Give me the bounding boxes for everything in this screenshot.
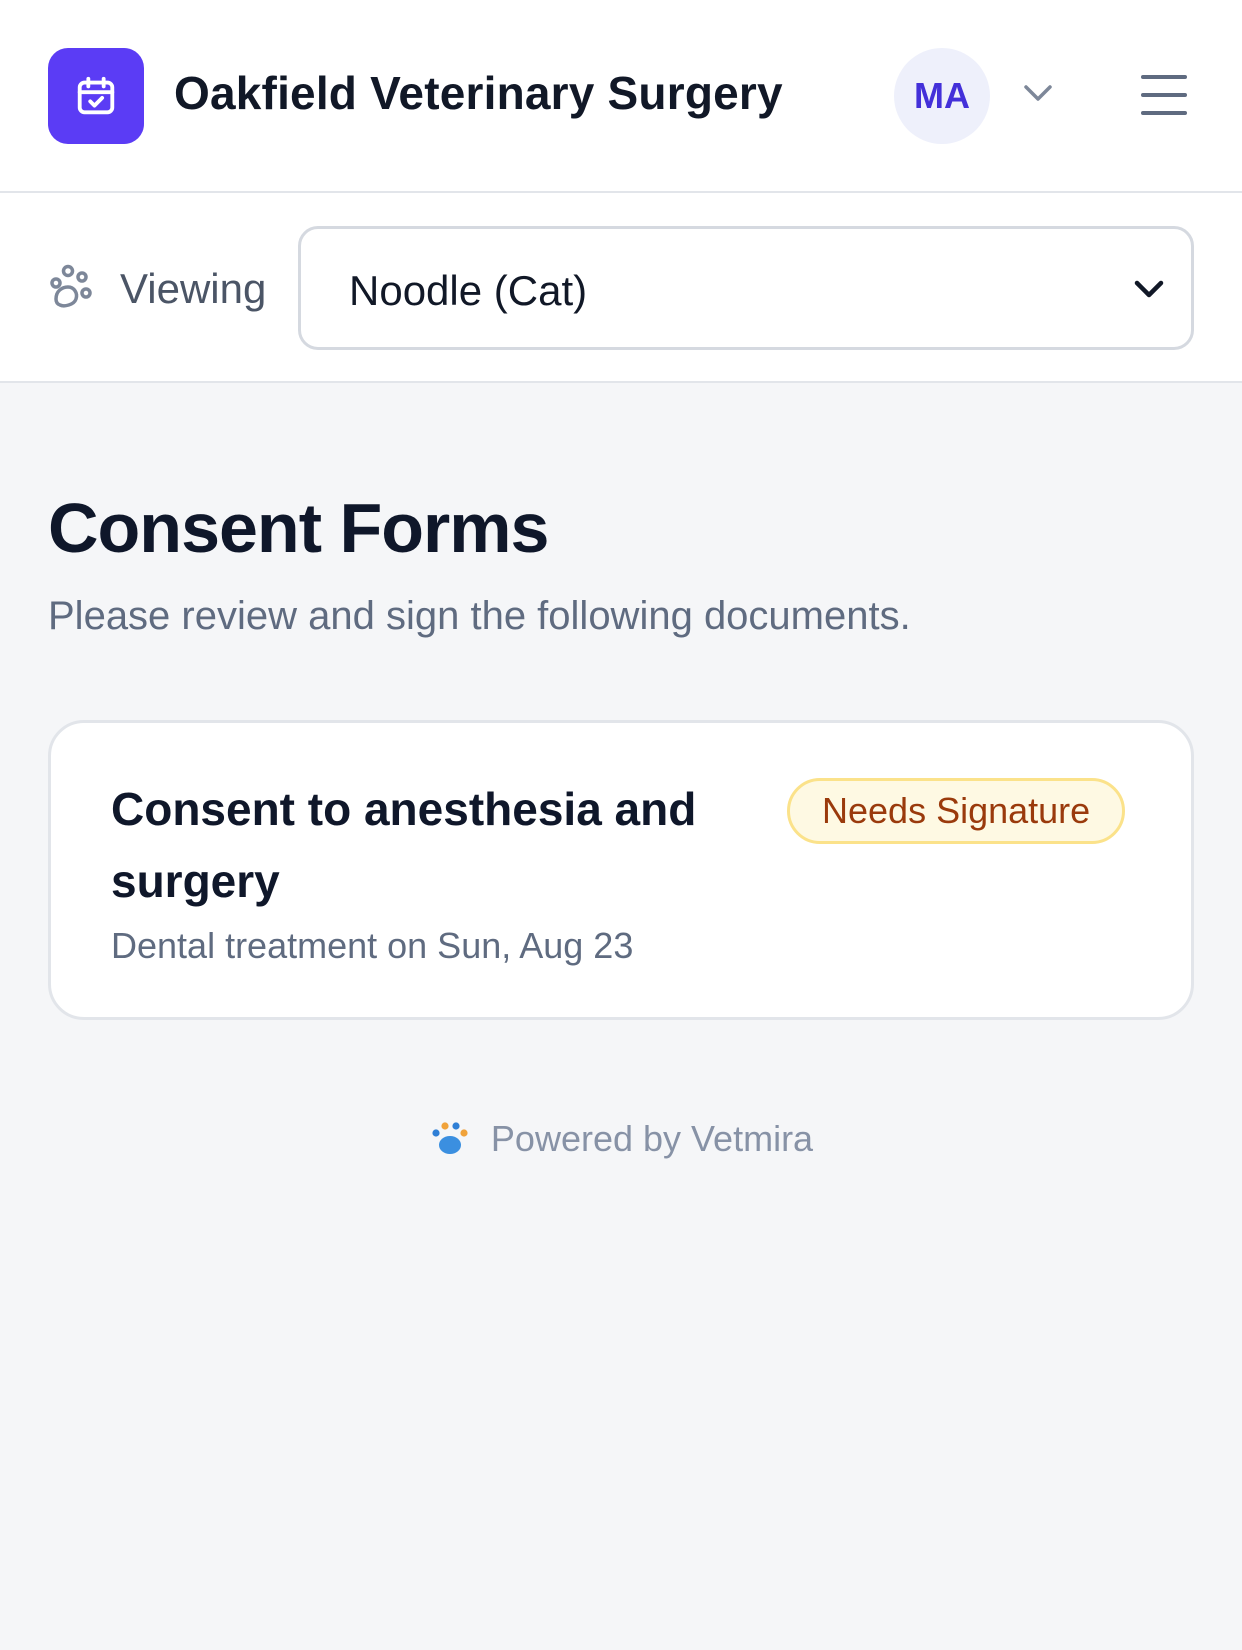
powered-by-text: Powered by Vetmira (490, 1118, 814, 1159)
calendar-check-icon[interactable] (48, 48, 144, 144)
page-subtitle: Please review and sign the following doc… (48, 594, 911, 638)
pet-select[interactable]: Noodle (Cat) (298, 226, 1194, 350)
page-title: Consent Forms (48, 489, 549, 567)
paws-icon (50, 264, 92, 308)
avatar-initials: MA (914, 75, 970, 116)
consent-form-card[interactable]: Consent to anesthesia and surgery Dental… (48, 720, 1194, 1020)
powered-by-footer: Powered by Vetmira (0, 1118, 1242, 1160)
chevron-down-icon (1134, 280, 1164, 298)
viewing-bar: Viewing Noodle (Cat) (0, 193, 1242, 383)
app-header: Oakfield Veterinary Surgery MA (0, 0, 1242, 193)
clinic-name: Oakfield Veterinary Surgery (174, 67, 783, 119)
form-title: Consent to anesthesia and surgery (111, 783, 697, 907)
chevron-down-icon[interactable] (1022, 82, 1054, 104)
form-meta: Dental treatment on Sun, Aug 23 (111, 925, 634, 966)
viewing-label: Viewing (120, 265, 267, 312)
pet-select-value: Noodle (Cat) (349, 267, 588, 314)
avatar[interactable]: MA (894, 48, 990, 144)
hamburger-menu-icon[interactable] (1140, 72, 1188, 118)
paw-icon (432, 1122, 468, 1154)
status-badge: Needs Signature (787, 778, 1126, 844)
